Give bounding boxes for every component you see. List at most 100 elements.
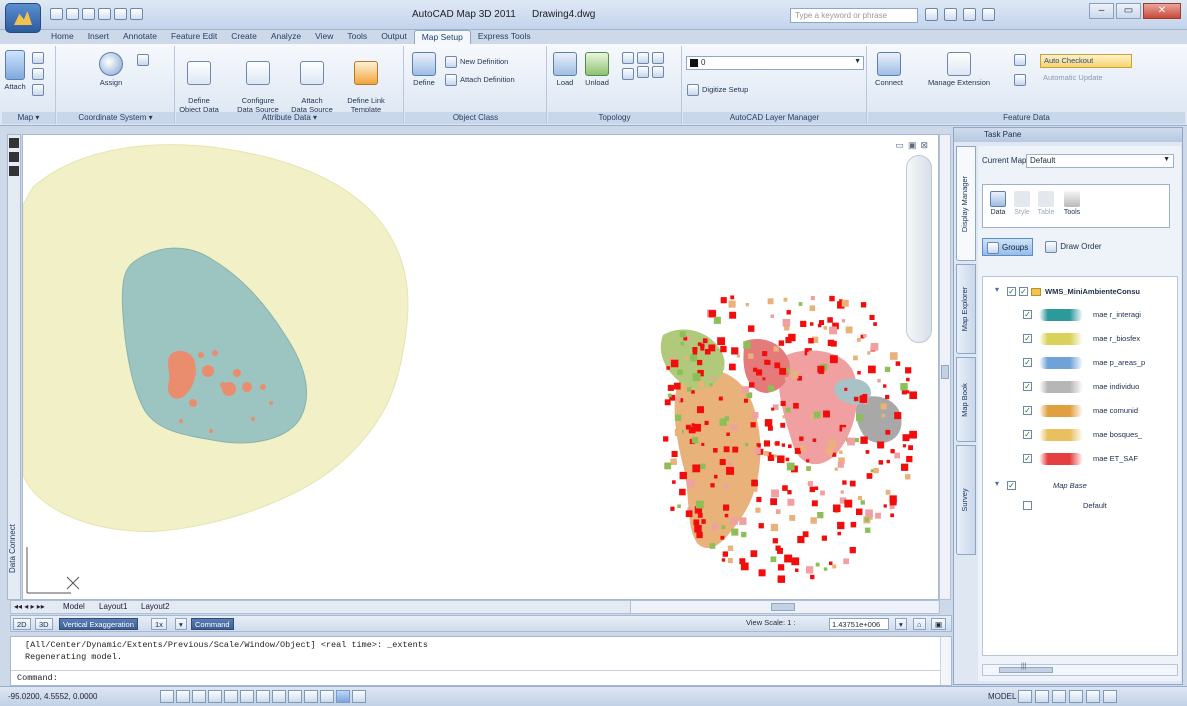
scale-dropdown-icon[interactable]: ▾ [895, 618, 907, 630]
layer-visibility-checkbox[interactable]: ✓ [1023, 406, 1032, 415]
tools-button[interactable]: Tools [1061, 191, 1083, 216]
load-topology-button[interactable]: Load [552, 52, 578, 87]
default-visibility-checkbox[interactable] [1023, 501, 1032, 510]
close-button[interactable]: ✕ [1143, 3, 1181, 19]
collapse-icon[interactable]: ▾ [995, 285, 999, 294]
tree-horizontal-scrollbar[interactable]: ||| [982, 663, 1178, 676]
mode-3d-button[interactable]: 3D [35, 618, 53, 630]
help-icon[interactable] [982, 8, 995, 21]
configure-data-source-button[interactable]: Configure Data Source [234, 52, 282, 114]
table-icon[interactable] [1014, 74, 1026, 86]
palette-menu-icon[interactable] [9, 166, 19, 176]
clean-screen-icon[interactable] [1103, 690, 1117, 703]
mode-2d-button[interactable]: 2D [13, 618, 31, 630]
layer-row[interactable]: ✓ mae ET_SAF [983, 451, 1177, 467]
scroll-thumb[interactable] [771, 603, 795, 611]
auto-checkout-toggle[interactable]: Auto Checkout [1040, 54, 1132, 68]
ribbon-tab[interactable]: Output [374, 30, 414, 44]
annotation-icon[interactable]: ▣ [931, 618, 947, 630]
layer-row[interactable]: ✓ mae p_areas_p [983, 355, 1177, 371]
panel-label-coordinate-system[interactable]: Coordinate System ▾ [57, 112, 174, 124]
otrack-icon[interactable] [256, 690, 270, 703]
topology-overlay-icon[interactable] [622, 68, 634, 80]
layer-row[interactable]: ✓ mae bosques_ [983, 427, 1177, 443]
tree-root-group[interactable]: ▾ ✓ ✓ WMS_MiniAmbienteConsu [983, 285, 1177, 301]
command-prompt[interactable]: Command: [17, 673, 58, 683]
table-button[interactable]: Table [1035, 191, 1057, 216]
workspace-icon[interactable] [1086, 690, 1100, 703]
base-visibility-checkbox[interactable]: ✓ [1007, 481, 1016, 490]
plot-icon[interactable] [130, 8, 143, 20]
group-visibility-checkbox[interactable]: ✓ [1007, 287, 1016, 296]
tab-map-book[interactable]: Map Book [956, 357, 976, 442]
exaggeration-arrow-icon[interactable]: ▾ [175, 618, 187, 630]
layer-row[interactable]: ✓ mae r_interagi [983, 307, 1177, 323]
layer-visibility-checkbox[interactable]: ✓ [1023, 382, 1032, 391]
lock-icon[interactable]: ⌂ [913, 618, 926, 630]
layer-visibility-checkbox[interactable]: ✓ [1023, 454, 1032, 463]
undo-icon[interactable] [98, 8, 111, 20]
define-object-data-button[interactable]: Define Object Data [178, 52, 220, 114]
redo-icon[interactable] [114, 8, 127, 20]
dyn-icon[interactable] [288, 690, 302, 703]
pan-icon[interactable] [1052, 690, 1066, 703]
ribbon-tab[interactable]: Analyze [264, 30, 308, 44]
attach-definition-button[interactable]: Attach Definition [445, 74, 515, 86]
ribbon-tab[interactable]: Tools [340, 30, 374, 44]
viewport-close-icon[interactable]: ⊠ [920, 140, 928, 151]
tab-survey[interactable]: Survey [956, 445, 976, 555]
ribbon-tab[interactable]: Home [44, 30, 81, 44]
data-connect-label[interactable]: Data Connect [8, 509, 22, 589]
connect-button[interactable]: Connect [872, 52, 906, 87]
digitize-setup-button[interactable]: Digitize Setup [687, 84, 748, 96]
scroll-thumb[interactable] [941, 365, 949, 379]
layer-row[interactable]: ✓ mae individuo [983, 379, 1177, 395]
new-definition-button[interactable]: New Definition [445, 56, 508, 68]
group-lock-checkbox[interactable]: ✓ [1019, 287, 1028, 296]
panel-label-map[interactable]: Map ▾ [2, 112, 55, 124]
selection-cycling-icon[interactable] [352, 690, 366, 703]
ribbon-tab[interactable]: Annotate [116, 30, 164, 44]
close-palette-icon[interactable] [9, 138, 19, 148]
view-scale-input[interactable]: 1.43751e+006 [829, 618, 889, 630]
query-icon[interactable] [32, 52, 44, 64]
exaggeration-dropdown[interactable]: 1x [151, 618, 167, 630]
transparency-icon[interactable] [320, 690, 334, 703]
attach-button[interactable]: Attach [4, 50, 26, 91]
layer-visibility-checkbox[interactable]: ✓ [1023, 430, 1032, 439]
task-pane-title[interactable]: Task Pane [954, 128, 1182, 142]
favorites-star-icon[interactable] [963, 8, 976, 21]
drawing-set-icon[interactable] [32, 84, 44, 96]
define-class-button[interactable]: Define [409, 52, 439, 87]
ribbon-tab[interactable]: Create [224, 30, 264, 44]
minimize-button[interactable]: – [1089, 3, 1114, 19]
snap-icon[interactable] [160, 690, 174, 703]
lineweight-icon[interactable] [304, 690, 318, 703]
polar-icon[interactable] [208, 690, 222, 703]
binoculars-icon[interactable] [925, 8, 938, 21]
tab-map-explorer[interactable]: Map Explorer [956, 264, 976, 354]
ortho-icon[interactable] [192, 690, 206, 703]
groups-button[interactable]: Groups [982, 238, 1034, 256]
quick-view-drawings-icon[interactable] [1035, 690, 1049, 703]
tab-model[interactable]: Model [63, 602, 85, 611]
tree-base-item[interactable]: Default [983, 499, 1177, 515]
command-scrollbar[interactable] [940, 637, 951, 685]
tab-display-manager[interactable]: Display Manager [956, 146, 976, 261]
grid-icon[interactable] [176, 690, 190, 703]
define-link-template-button[interactable]: Define Link Template [342, 52, 390, 114]
application-menu-button[interactable] [5, 3, 41, 33]
layer-visibility-checkbox[interactable]: ✓ [1023, 310, 1032, 319]
zoom-extent-icon[interactable] [32, 68, 44, 80]
check-in-icon[interactable] [1014, 54, 1026, 66]
new-file-icon[interactable] [50, 8, 63, 20]
navigation-bar[interactable] [906, 155, 932, 343]
unload-topology-button[interactable]: Unload [582, 52, 612, 87]
maximize-button[interactable]: ▭ [1116, 3, 1141, 19]
layer-visibility-checkbox[interactable]: ✓ [1023, 334, 1032, 343]
topology-edit-icon[interactable] [637, 52, 649, 64]
quick-properties-icon[interactable] [336, 690, 350, 703]
tab-layout2[interactable]: Layout2 [141, 602, 169, 611]
save-icon[interactable] [82, 8, 95, 20]
open-file-icon[interactable] [66, 8, 79, 20]
